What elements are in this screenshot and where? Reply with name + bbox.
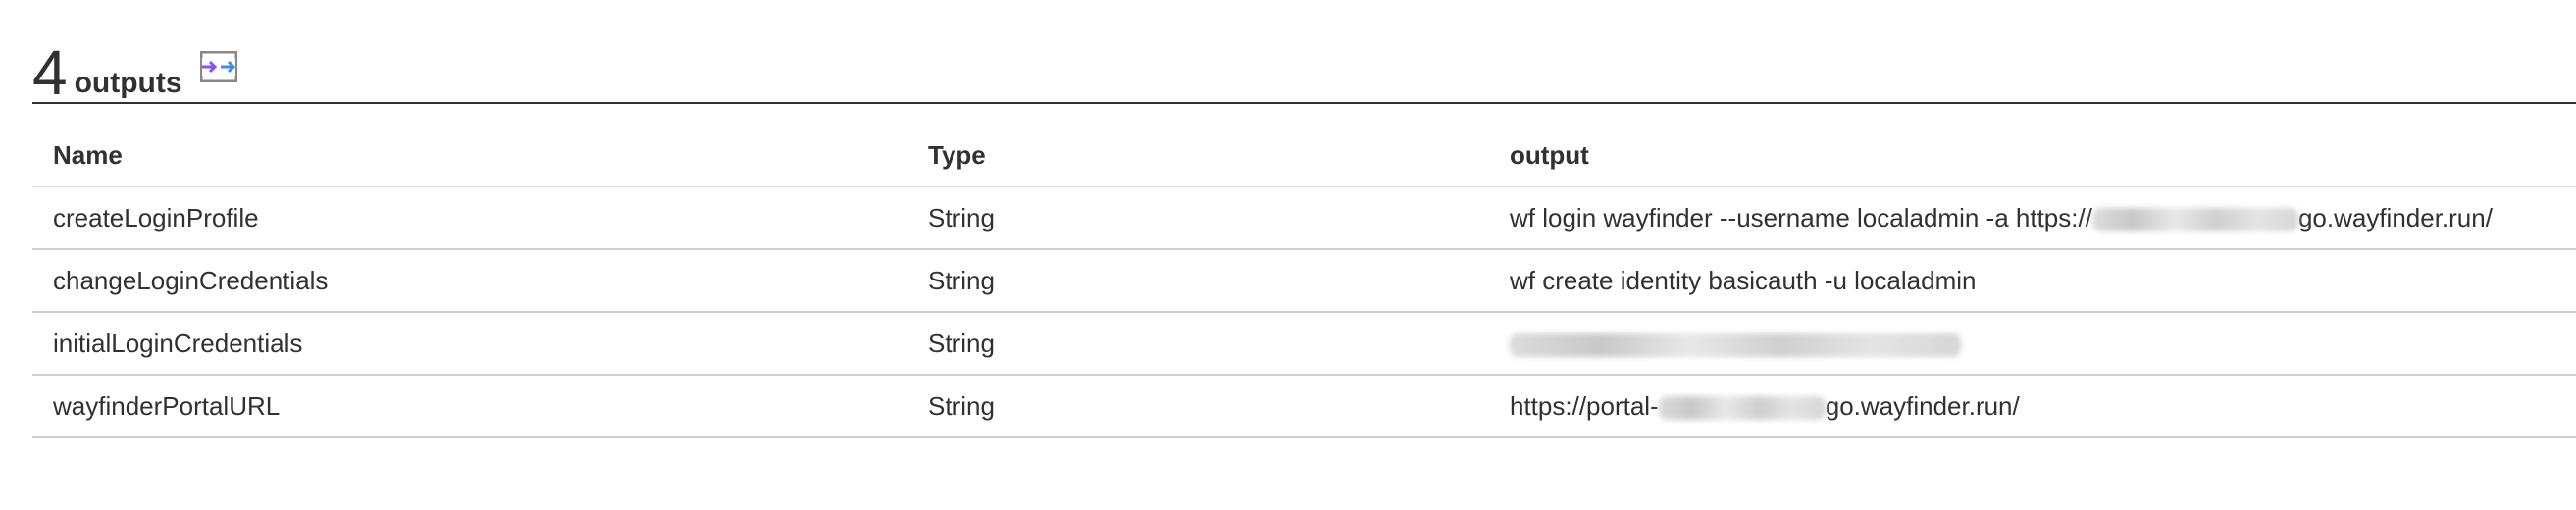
output-value-suffix: go.wayfinder.run/: [1825, 390, 2020, 421]
output-value-prefix: wf create identity basicauth -u localadm…: [1510, 265, 1977, 295]
column-header-output[interactable]: output: [1489, 124, 2576, 187]
output-type: String: [907, 375, 1489, 438]
header-divider: [32, 102, 2576, 104]
output-type: String: [907, 249, 1489, 313]
redacted-value: [1658, 395, 1826, 420]
output-value-suffix: go.wayfinder.run/: [2297, 202, 2493, 232]
output-value[interactable]: wf login wayfinder --username localadmin…: [1489, 186, 2576, 250]
output-value[interactable]: [1489, 312, 2576, 376]
columns-toggle-icon[interactable]: [198, 47, 239, 86]
output-name: wayfinderPortalURL: [32, 375, 907, 438]
table-row[interactable]: wayfinderPortalURL String https://portal…: [32, 375, 2576, 438]
output-type: String: [907, 312, 1489, 376]
table-row[interactable]: initialLoginCredentials String: [32, 312, 2576, 376]
table-row[interactable]: createLoginProfile String wf login wayfi…: [32, 186, 2576, 250]
outputs-table: Name Type output createLoginProfile Stri…: [32, 124, 2576, 438]
redacted-value: [1510, 332, 1961, 357]
output-name: changeLoginCredentials: [32, 249, 907, 313]
outputs-header: 4 outputs: [32, 29, 239, 104]
redacted-value: [2091, 207, 2298, 231]
output-name: initialLoginCredentials: [32, 312, 907, 376]
output-value[interactable]: https://portal-go.wayfinder.run/: [1489, 375, 2576, 438]
output-value[interactable]: wf create identity basicauth -u localadm…: [1489, 249, 2576, 313]
output-value-prefix: wf login wayfinder --username localadmin…: [1510, 202, 2092, 232]
outputs-count: 4: [32, 37, 68, 108]
output-name: createLoginProfile: [32, 186, 907, 250]
column-header-name[interactable]: Name: [32, 124, 907, 187]
table-header-row: Name Type output: [32, 124, 2576, 187]
column-header-type[interactable]: Type: [907, 124, 1489, 187]
output-type: String: [907, 186, 1489, 250]
output-value-prefix: https://portal-: [1510, 390, 1659, 421]
outputs-label: outputs: [74, 67, 182, 99]
table-row[interactable]: changeLoginCredentials String wf create …: [32, 249, 2576, 313]
